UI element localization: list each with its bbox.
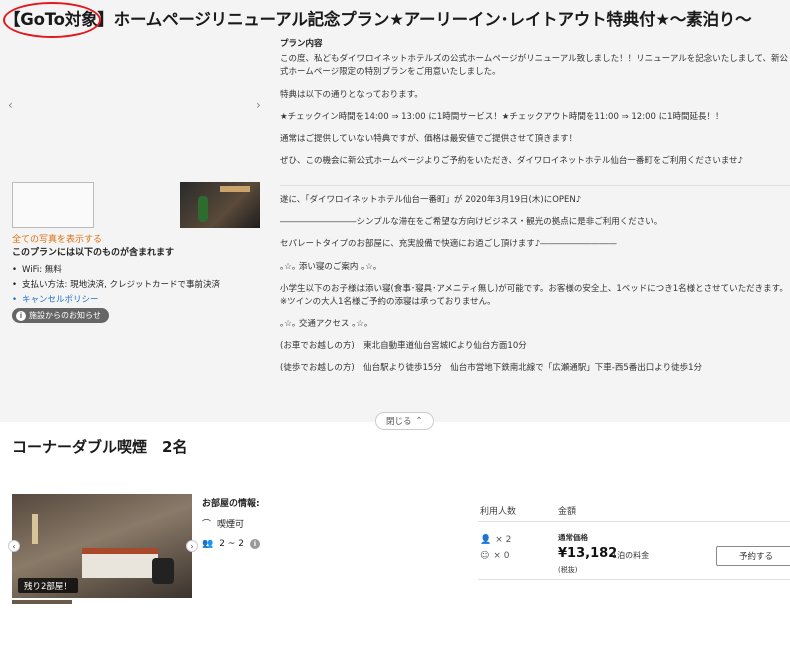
facility-notice-label: 施設からのお知らせ [29, 311, 101, 320]
gallery-thumbnail-empty[interactable] [12, 182, 94, 228]
adult-icon: 👤 [480, 535, 492, 545]
regular-price-label: 通常価格 [558, 533, 588, 542]
rooms-left-badge: 残り2部屋！ [18, 578, 78, 593]
plan-body-paragraph: ぜひ、この機会に新公式ホームページよりご予約をいただき、ダイワロイネットホテル仙… [280, 156, 743, 167]
gallery-thumbnail-photo[interactable] [180, 182, 260, 228]
smoking-label: 喫煙可 [217, 520, 245, 530]
plan-body-paragraph: ★チェックイン時間を14:00 ⇒ 13:00 に1時間サービス！★チェックアウ… [280, 111, 724, 122]
tax-note: (税抜) [558, 566, 578, 574]
gallery-next-button[interactable]: › [256, 98, 261, 112]
hotel-body-paragraph: 小学生以下のお子様は添い寝(食事･寝具･アメニティ無し)が可能です。お客様の安全… [280, 283, 788, 307]
plan-body-paragraph: 通常はご提供していない特典ですが、価格は最安値でご提供させて頂きます！ [280, 133, 578, 144]
amount-column-header: 金額 [558, 507, 577, 517]
people-icon: 👥 [202, 539, 214, 549]
plan-divider [280, 185, 790, 186]
bed-graphic [82, 548, 158, 578]
room-photo-next-button[interactable]: › [186, 540, 198, 552]
users-column-header: 利用人数 [480, 507, 517, 517]
info-icon: i [16, 310, 26, 321]
room-title: コーナーダブル喫煙 2名 [12, 438, 188, 456]
room-thumbnail-strip[interactable] [12, 600, 72, 604]
price-table-divider [478, 521, 790, 522]
access-by-car: (お車でお越しの方) 東北自動車道仙台宮城ICより仙台方面10分 [280, 341, 527, 352]
hotel-description: 遂に、「ダイワロイネットホテル仙台一番町」が 2020年3月19日(木)にOPE… [280, 194, 790, 385]
capacity-info: 👥 2 ~ 2 i [202, 539, 260, 549]
child-count-value: × 0 [493, 551, 510, 561]
hotel-body-paragraph: 遂に、「ダイワロイネットホテル仙台一番町」が 2020年3月19日(木)にOPE… [280, 195, 582, 205]
show-all-photos-link[interactable]: 全ての写真を表示する [12, 232, 102, 245]
access-on-foot: (徒歩でお越しの方) 仙台駅より徒歩15分 仙台市営地下鉄南北線で「広瀬通駅」下… [280, 363, 702, 374]
includes-heading: このプランには以下のものが含まれます [12, 248, 175, 258]
capacity-value: 2 ~ 2 [219, 539, 244, 549]
gallery-prev-button[interactable]: ‹ [8, 98, 13, 112]
price-value: ¥13,182 [558, 546, 618, 561]
plan-content-heading: プラン内容 [280, 39, 323, 49]
includes-list: WiFi: 無料 支払い方法: 現地決済, クレジットカードで事前決済 キャンセ… [12, 263, 220, 308]
plant-graphic [198, 196, 208, 222]
plan-body-paragraph: 特典は以下の通りとなっております。 [280, 89, 423, 100]
price-unit: 1泊の料金 [612, 551, 650, 560]
adult-count-value: × 2 [495, 535, 512, 545]
access-heading: ｡☆｡ 交通アクセス ｡☆｡ [280, 319, 369, 330]
child-count: ☺ × 0 [480, 551, 510, 561]
facility-notice-button[interactable]: i 施設からのお知らせ [12, 308, 109, 323]
hotel-body-paragraph: セパレートタイプのお部屋に、充実設備で快適にお過ごし頂けます♪――――――――― [280, 239, 617, 250]
plan-title: 【GoTo対象】ホームページリニューアル記念プラン★アーリーイン･レイトアウト特… [4, 10, 752, 29]
room-photo-prev-button[interactable]: ‹ [8, 540, 20, 552]
goto-highlight-circle [3, 2, 101, 38]
room-info-heading: お部屋の情報: [202, 499, 260, 509]
chevron-up-icon: ⌃ [415, 416, 423, 426]
cosleeping-heading: ｡☆｡ 添い寝のご案内 ｡☆｡ [280, 261, 378, 272]
adult-count: 👤 × 2 [480, 535, 511, 545]
smoking-icon: ⌒ [202, 520, 212, 530]
plan-panel: 【GoTo対象】ホームページリニューアル記念プラン★アーリーイン･レイトアウト特… [0, 0, 790, 422]
reserve-button[interactable]: 予約する [716, 546, 790, 566]
close-plan-label: 閉じる [386, 417, 412, 427]
plan-description: プラン内容 この度、私どもダイワロイネットホテルズの公式ホームページがリニューア… [280, 38, 790, 177]
smoking-info: ⌒ 喫煙可 [202, 517, 244, 530]
close-plan-button[interactable]: 閉じる ⌃ [375, 412, 434, 430]
capacity-info-icon[interactable]: i [249, 539, 260, 549]
hotel-body-paragraph: ―――――――――シンプルな滞在をご希望な方向けビジネス・観光の拠点に是非ご利用… [280, 217, 663, 228]
chair-graphic [152, 558, 174, 584]
child-icon: ☺ [480, 551, 490, 561]
price-table-divider [478, 579, 790, 580]
plan-body-paragraph: この度、私どもダイワロイネットホテルズの公式ホームページがリニューアル致しました… [280, 54, 789, 78]
cancel-policy-link[interactable]: キャンセルポリシー [12, 293, 220, 305]
includes-payment: 支払い方法: 現地決済, クレジットカードで事前決済 [12, 278, 220, 290]
ceiling-light-graphic [220, 186, 250, 192]
lamp-graphic [32, 514, 38, 544]
includes-wifi: WiFi: 無料 [12, 263, 220, 275]
